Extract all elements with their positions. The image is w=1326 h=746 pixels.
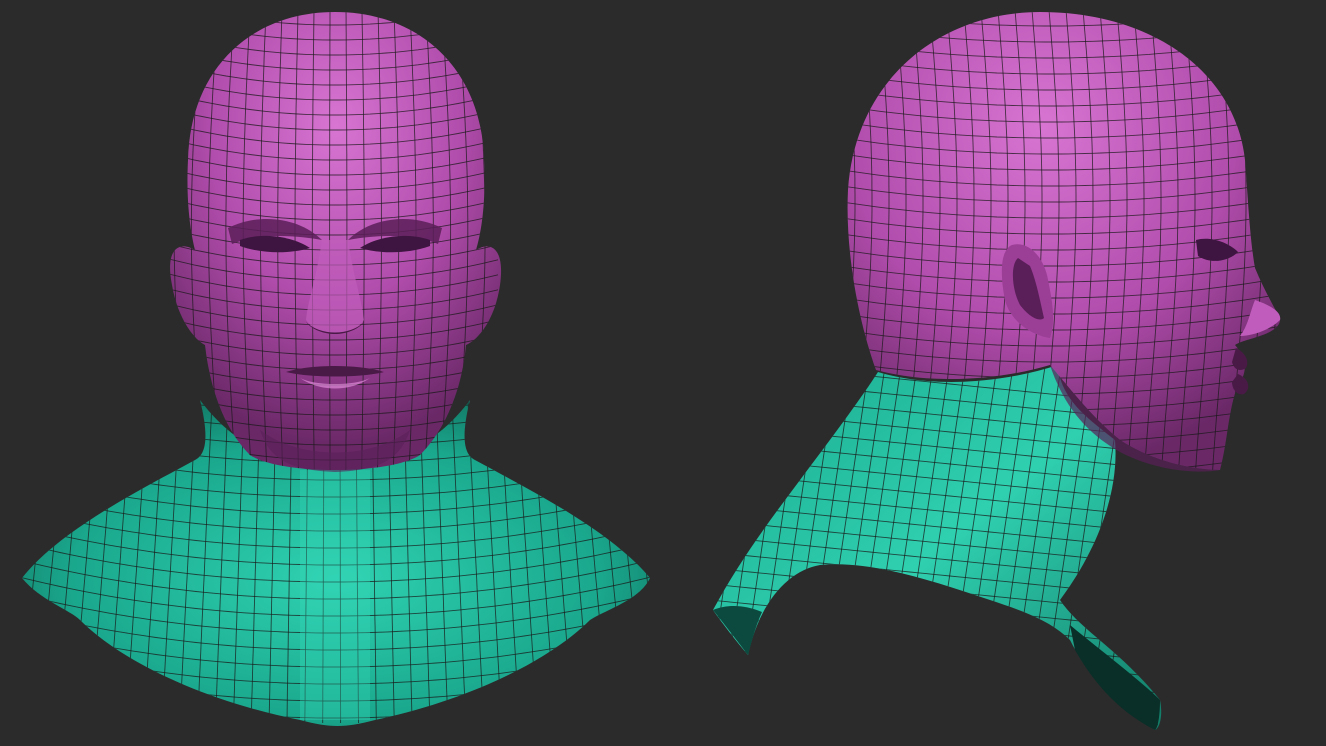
wire-line <box>655 360 710 728</box>
wire-line <box>0 395 21 723</box>
wire-line <box>1262 12 1281 470</box>
wire-line <box>845 0 1285 10</box>
wire-line <box>713 695 1159 730</box>
wire-line <box>173 12 189 470</box>
wire-line <box>713 599 1159 646</box>
wire-line <box>170 12 173 470</box>
wire-line <box>713 365 759 729</box>
sculpt-render <box>0 0 1285 730</box>
front-head <box>170 0 502 472</box>
wire-line <box>487 12 502 470</box>
side-view <box>655 0 1285 730</box>
wire-line <box>713 711 1159 730</box>
wire-line <box>713 727 1159 730</box>
front-view <box>0 0 650 726</box>
wire-line <box>627 400 650 724</box>
wire-line <box>170 0 498 10</box>
wire-line <box>713 679 1159 726</box>
viewport-canvas[interactable] <box>0 0 1326 746</box>
wire-line <box>713 365 727 729</box>
wire-line <box>642 400 650 724</box>
wire-line <box>22 400 37 724</box>
wire-line <box>713 583 1159 630</box>
wire-line <box>713 365 743 729</box>
